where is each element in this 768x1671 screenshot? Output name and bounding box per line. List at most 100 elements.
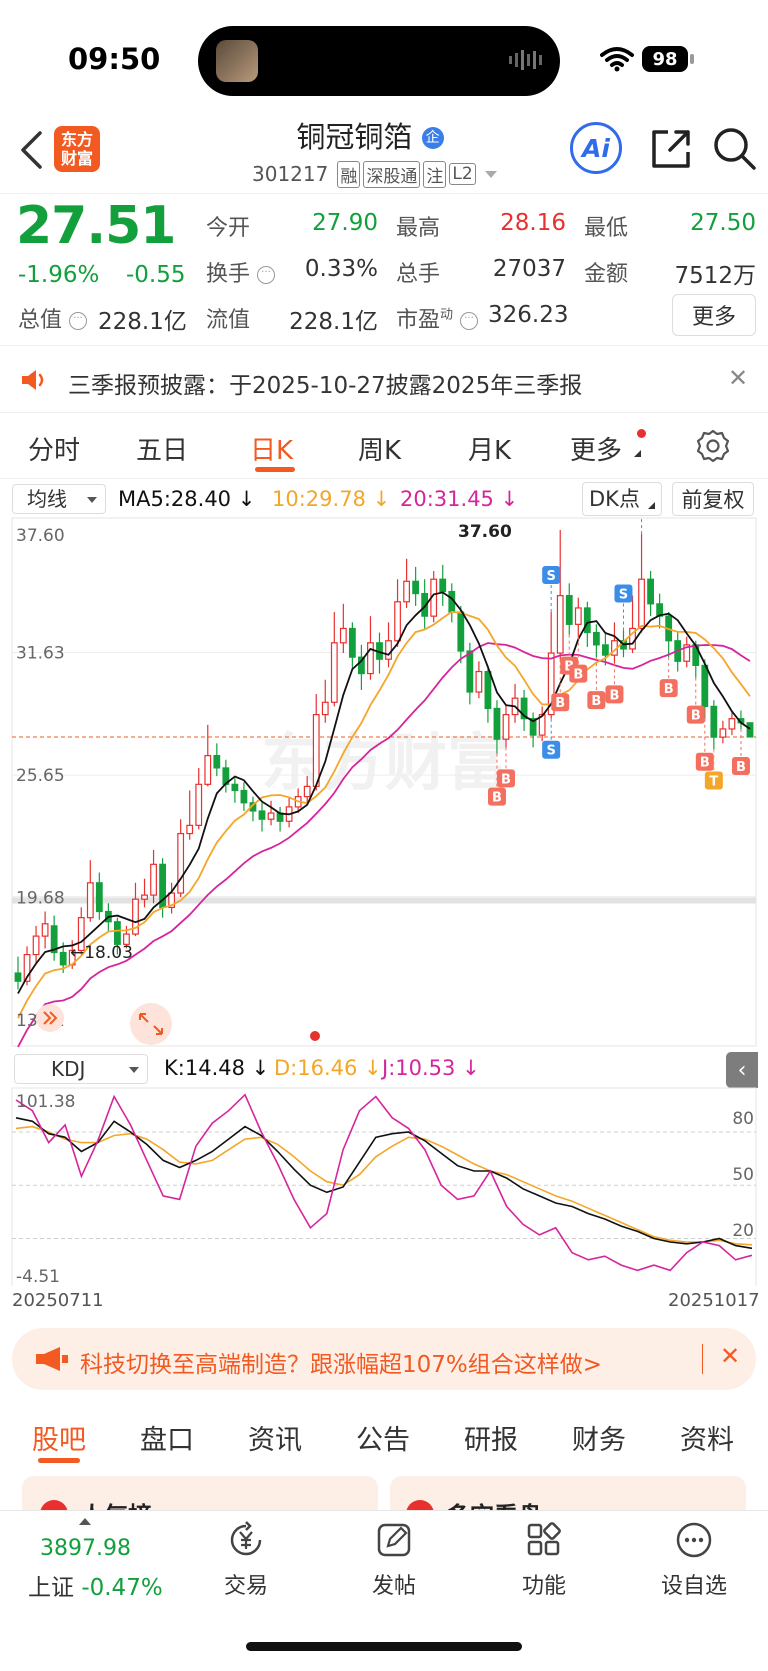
float-value: 228.1亿	[289, 309, 378, 335]
amount-value: 7512万	[674, 263, 756, 289]
collapse-panel-button[interactable]: ‹	[726, 1052, 758, 1088]
ma10-readout: 10:29.78 ↓	[272, 487, 390, 511]
tab-intraday[interactable]: 分时	[28, 430, 80, 467]
mktcap-value: 228.1亿	[98, 309, 187, 335]
nav-post[interactable]: 发帖	[344, 1520, 444, 1600]
info-dots-icon[interactable]: ···	[460, 312, 479, 330]
turnover-label: 换手 ···	[206, 256, 276, 288]
tab-news[interactable]: 资讯	[248, 1418, 302, 1457]
promo-banner[interactable]: 科技切换至高端制造？跟涨幅超107%组合这样做> ✕	[12, 1328, 756, 1390]
dropdown-caret-icon[interactable]	[484, 170, 497, 178]
wifi-icon	[600, 47, 634, 72]
nav-trade-label: 交易	[223, 1574, 268, 1599]
candle-body	[502, 713, 510, 740]
high-label: 最高	[396, 216, 441, 241]
more-button[interactable]: 更多	[672, 294, 756, 336]
kdj-tick-50: 50	[732, 1165, 754, 1185]
candle-body	[647, 578, 654, 605]
mktcap-label-text: 总值	[18, 308, 63, 333]
adjust-price-button[interactable]: 前复权	[672, 482, 754, 516]
low-label: 最低	[584, 216, 629, 241]
ai-label: Ai	[582, 133, 610, 163]
share-icon[interactable]	[650, 128, 692, 170]
tab-five-day[interactable]: 五日	[136, 430, 188, 467]
candle-body	[258, 810, 266, 820]
ma20-readout: 20:31.45 ↓	[400, 487, 518, 511]
stock-meta-row: 301217 融 深股通 注 L2	[252, 160, 497, 188]
index-name: 上证	[28, 1575, 74, 1601]
tab-forum[interactable]: 股吧	[32, 1418, 86, 1457]
stock-name[interactable]: 铜冠铜箔 企	[250, 114, 490, 156]
candle-body	[583, 607, 591, 634]
change-percent: -1.96%	[18, 262, 100, 288]
low-value: 27.50	[690, 210, 756, 236]
dk-marker-letter: T	[709, 774, 718, 789]
kdj-chart[interactable]: 101.38 -4.51 80 50 20	[0, 1086, 768, 1286]
candle-body	[267, 812, 275, 820]
candle-body	[14, 972, 22, 982]
candlestick-chart[interactable]: 东方财富 37.6031.6325.6519.6813.71 SSBBBBBSS…	[0, 516, 768, 1050]
index-readout[interactable]: 上证 -0.47%	[28, 1568, 163, 1602]
candle-body	[213, 755, 221, 769]
candle-body	[59, 951, 67, 966]
settings-gear-icon[interactable]	[696, 429, 730, 463]
battery-icon: 98	[642, 46, 688, 72]
mktcap-label: 总值 ···	[18, 302, 88, 334]
close-promo-icon[interactable]: ✕	[720, 1342, 740, 1370]
kdj-selector[interactable]: KDJ	[14, 1054, 148, 1084]
dropdown-triangle-icon	[87, 497, 97, 503]
y-tick-label: 31.63	[16, 643, 65, 663]
dk-marker-letter: B	[501, 772, 511, 787]
nav-functions[interactable]: 功能	[494, 1520, 594, 1600]
tab-order-book[interactable]: 盘口	[140, 1418, 194, 1457]
index-value[interactable]: 3897.98	[40, 1536, 131, 1561]
candle-body	[303, 785, 311, 798]
tab-announcements[interactable]: 公告	[356, 1418, 410, 1457]
info-dots-icon[interactable]: ···	[257, 266, 276, 284]
search-icon[interactable]	[712, 126, 758, 172]
y-tick-label: 37.60	[16, 526, 65, 546]
expand-left-icon[interactable]	[36, 1004, 64, 1032]
more-dots-icon	[676, 1522, 712, 1558]
candle-body	[638, 578, 645, 630]
turnover-value: 0.33%	[304, 256, 378, 282]
nav-trade[interactable]: 交易	[196, 1520, 296, 1600]
date-end: 20251017	[668, 1290, 760, 1311]
compose-icon	[377, 1523, 411, 1557]
nav-add-watchlist[interactable]: 设自选	[644, 1520, 744, 1600]
tab-monthly-k[interactable]: 月K	[468, 430, 511, 467]
tab-financials[interactable]: 财务	[572, 1418, 626, 1457]
k-readout: K:14.48 ↓	[164, 1056, 269, 1080]
volume-label: 总手	[396, 262, 441, 287]
ai-assistant-button[interactable]: Ai	[570, 122, 622, 174]
open-label: 今开	[206, 216, 251, 241]
current-price: 27.51	[16, 196, 176, 256]
audio-wave-icon	[509, 50, 542, 70]
dk-marker-letter: B	[492, 791, 502, 806]
fullscreen-icon[interactable]	[130, 1003, 172, 1045]
dk-marker-letter: B	[664, 682, 674, 697]
tab-more[interactable]: 更多	[570, 430, 622, 467]
down-arrow-icon: ↓	[357, 1056, 382, 1080]
back-arrow-icon[interactable]	[18, 130, 44, 170]
tab-profile[interactable]: 资料	[680, 1418, 734, 1457]
candle-body	[231, 783, 239, 792]
kdj-tick-80: 80	[732, 1109, 754, 1129]
info-dots-icon[interactable]: ···	[69, 312, 88, 330]
tab-daily-k[interactable]: 日K	[250, 430, 293, 467]
megaphone-icon	[36, 1347, 68, 1371]
notice-text[interactable]: 三季报预披露：于2025-10-27披露2025年三季报	[68, 366, 582, 400]
candle-body	[32, 935, 40, 956]
dk-points-button[interactable]: DK点	[582, 482, 662, 516]
indicator-selector[interactable]: 均线	[12, 484, 106, 514]
candle-body	[339, 627, 347, 644]
ma5-value: MA5:28.40	[118, 487, 232, 511]
dk-marker-letter: S	[546, 744, 555, 759]
close-icon[interactable]: ✕	[728, 364, 748, 392]
candle-body	[312, 713, 320, 787]
amount-label: 金额	[584, 262, 629, 287]
j-line	[15, 1093, 753, 1272]
y-tick-label: 25.65	[16, 766, 65, 786]
tab-weekly-k[interactable]: 周K	[358, 430, 401, 467]
tab-research[interactable]: 研报	[464, 1418, 518, 1457]
